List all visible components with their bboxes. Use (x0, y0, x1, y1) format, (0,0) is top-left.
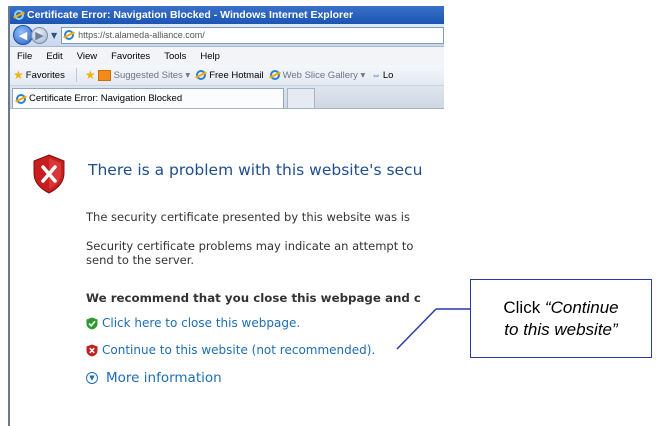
close-webpage-link[interactable]: Click here to close this webpage. (86, 316, 300, 330)
star-icon: ★ (13, 68, 24, 82)
continue-to-website-label: Continue to this website (not recommende… (102, 343, 376, 357)
web-slice-gallery-button[interactable]: Web Slice Gallery ▾ (269, 69, 366, 81)
url-field[interactable]: https://st.alameda-alliance.com/ (61, 26, 444, 44)
continue-to-website-link[interactable]: Continue to this website (not recommende… (86, 343, 375, 357)
web-slice-gallery-label: Web Slice Gallery ▾ (282, 69, 366, 81)
callout-text-plain: Click (503, 297, 545, 317)
tab-certificate-error[interactable]: Certificate Error: Navigation Blocked (12, 88, 284, 108)
tab-title: Certificate Error: Navigation Blocked (29, 93, 183, 104)
red-shield-icon (86, 344, 98, 356)
expand-chevron-icon: ▼ (86, 372, 98, 384)
link-icon: ⇔ (371, 69, 381, 81)
favorites-label: Favorites (25, 69, 65, 81)
add-favorite-icon[interactable]: ★ (85, 68, 96, 82)
window-title: Certificate Error: Navigation Blocked - … (27, 9, 354, 21)
address-bar: ◀ ▶ ▼ https://st.alameda-alliance.com/ (10, 24, 444, 47)
back-button[interactable]: ◀ (13, 25, 33, 45)
free-hotmail-link[interactable]: Free Hotmail (196, 69, 264, 81)
overflow-label: Lo (382, 69, 394, 81)
warning-line-1: Security certificate problems may indica… (86, 239, 414, 253)
menu-bar: File Edit View Favorites Tools Help (10, 47, 444, 65)
suggested-sites-icon (97, 69, 111, 81)
ie-page-icon (196, 70, 207, 80)
overflow-link[interactable]: ⇔ Lo (371, 70, 393, 81)
free-hotmail-label: Free Hotmail (209, 69, 264, 81)
menu-file[interactable]: File (10, 51, 39, 62)
green-shield-icon (86, 317, 98, 329)
suggested-sites-label: Suggested Sites ▾ (113, 69, 191, 81)
callout-text-em-2: to this website” (504, 319, 618, 339)
favorites-bar: ★ Favorites ★ Suggested Sites ▾ Free Hot… (10, 65, 444, 86)
warning-line-2: send to the server. (86, 253, 195, 267)
history-dropdown-icon[interactable]: ▼ (51, 31, 57, 40)
recommendation-text: We recommend that you close this webpage… (86, 291, 421, 305)
title-bar: Certificate Error: Navigation Blocked - … (10, 6, 444, 24)
page-content: There is a problem with this website's s… (10, 136, 444, 426)
ie-logo-icon (14, 10, 24, 20)
certificate-description: The security certificate presented by th… (86, 210, 410, 224)
callout-text-em-1: “Continue (544, 297, 619, 317)
ie-tab-icon (16, 93, 26, 104)
more-information-label: More information (106, 370, 222, 386)
tab-bar: Certificate Error: Navigation Blocked (10, 86, 444, 109)
menu-view[interactable]: View (70, 51, 104, 62)
ie-page-icon (269, 70, 280, 80)
security-shield-icon (33, 154, 65, 194)
more-information-toggle[interactable]: ▼ More information (86, 370, 222, 386)
menu-help[interactable]: Help (193, 51, 227, 62)
browser-window: Certificate Error: Navigation Blocked - … (8, 6, 444, 426)
favorites-button[interactable]: ★ Favorites (10, 68, 65, 82)
divider (75, 68, 77, 82)
menu-tools[interactable]: Tools (157, 51, 193, 62)
page-heading: There is a problem with this website's s… (88, 161, 423, 179)
close-webpage-label: Click here to close this webpage. (102, 316, 301, 330)
page-icon (64, 30, 75, 40)
instruction-callout: Click “Continue to this website” (470, 279, 652, 358)
forward-button[interactable]: ▶ (31, 26, 48, 44)
suggested-sites-button[interactable]: Suggested Sites ▾ (97, 69, 191, 81)
menu-edit[interactable]: Edit (39, 51, 69, 62)
menu-favorites[interactable]: Favorites (104, 51, 157, 62)
url-text: https://st.alameda-alliance.com/ (78, 30, 205, 40)
new-tab-button[interactable] (287, 88, 315, 108)
